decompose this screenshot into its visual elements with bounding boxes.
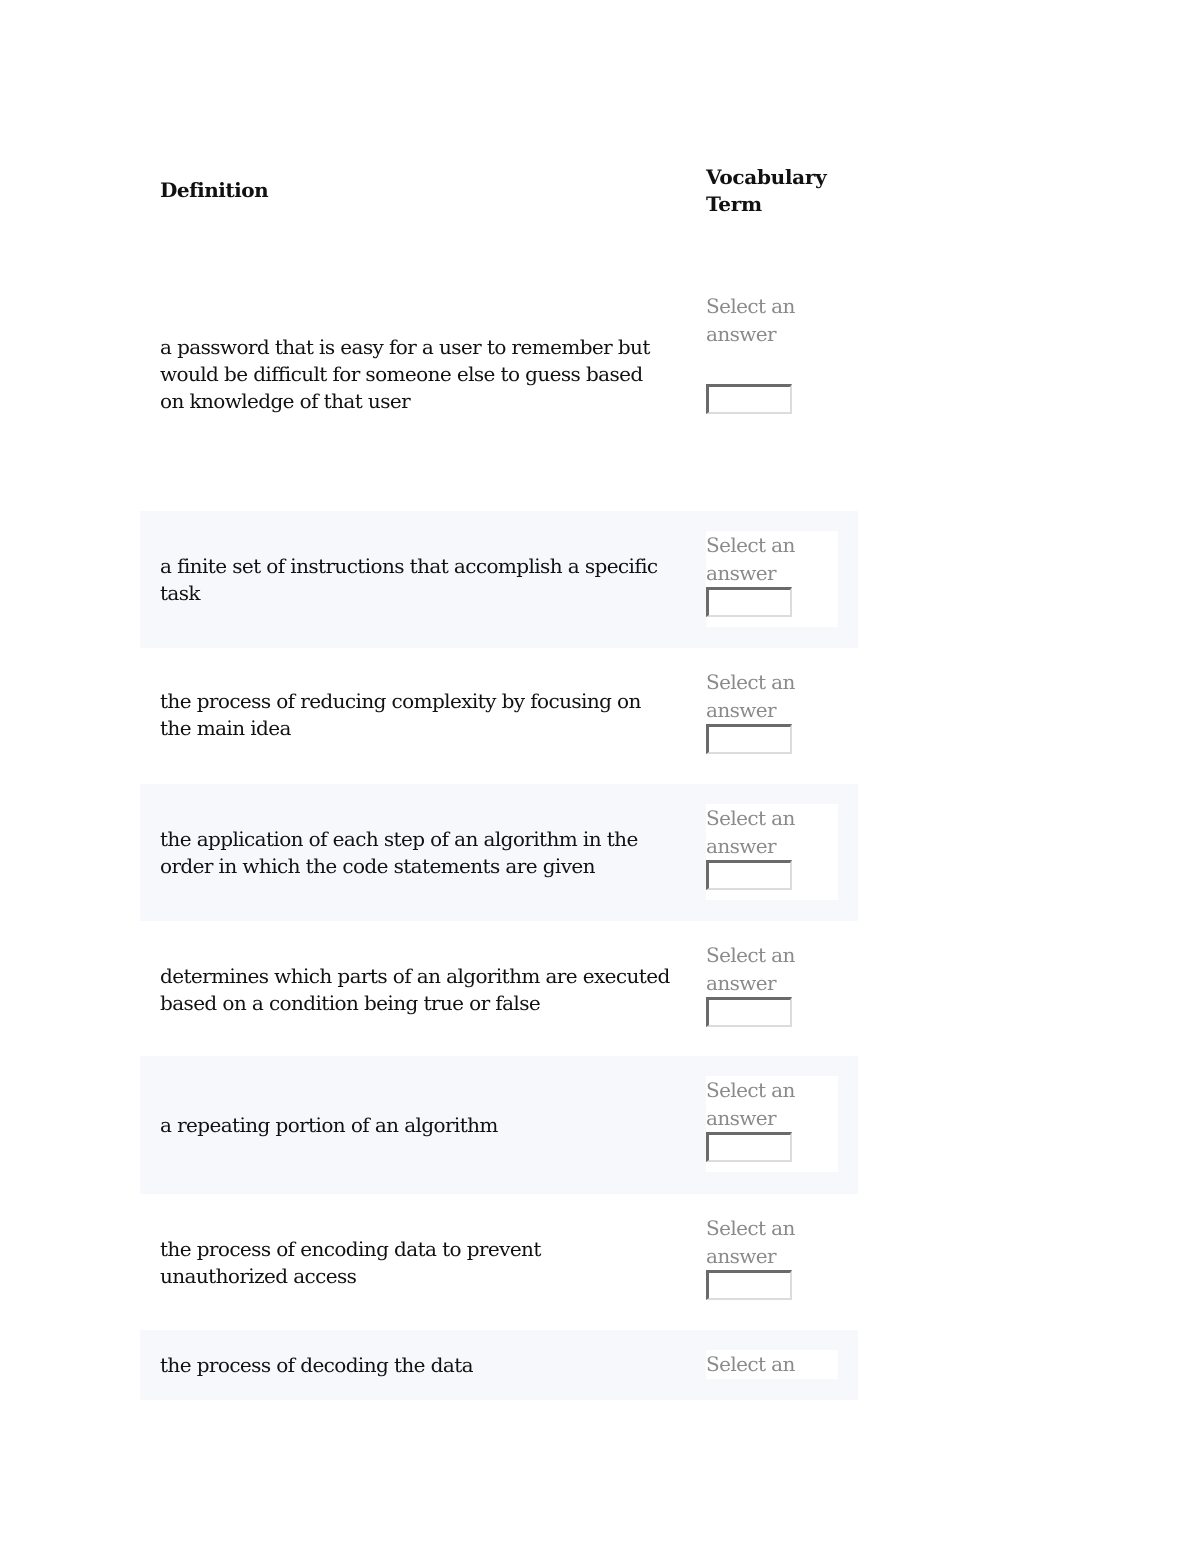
definition-text: the process of reducing complexity by fo… [160,689,641,740]
definition-text: determines which parts of an algorithm a… [160,964,670,1015]
answer-cell: Select an answer [706,941,838,1037]
table-row: a repeating portion of an algorithm Sele… [140,1056,858,1194]
answer-cell: Select an answer [706,531,838,627]
table-row: the process of decoding the data Select … [140,1330,858,1400]
table-row: a password that is easy for a user to re… [140,250,858,510]
definition-text: a repeating portion of an algorithm [160,1113,498,1137]
definition-text: the application of each step of an algor… [160,827,638,878]
answer-placeholder: Select an answer [706,943,795,995]
header-definition: Definition [160,178,269,202]
answer-input[interactable] [706,724,792,754]
table-row: a finite set of instructions that accomp… [140,511,858,648]
table-header: Definition Vocabulary Term [140,160,858,220]
answer-placeholder: Select an answer [706,670,795,722]
answer-placeholder[interactable]: Select an [706,1350,816,1378]
answer-input[interactable] [706,997,792,1027]
answer-cell: Select an answer [706,1076,838,1172]
answer-cell: Select an answer [706,292,838,422]
definition-text: the process of decoding the data [160,1353,474,1377]
answer-placeholder: Select an answer [706,1078,795,1130]
definition-text: a password that is easy for a user to re… [160,335,650,413]
header-vocabulary-term: Vocabulary Term [706,165,827,216]
answer-placeholder: Select an answer [706,806,795,858]
definition-text: the process of encoding data to prevent … [160,1237,541,1288]
table-row: the application of each step of an algor… [140,784,858,921]
answer-input[interactable] [706,587,792,617]
table-row: the process of encoding data to prevent … [140,1194,858,1330]
table-row: the process of reducing complexity by fo… [140,648,858,784]
answer-cell: Select an answer [706,1214,838,1310]
answer-input[interactable] [706,1132,792,1162]
answer-placeholder: Select an answer [706,1216,795,1268]
answer-placeholder: Select an answer [706,294,795,346]
table-row: determines which parts of an algorithm a… [140,921,858,1057]
answer-input[interactable] [706,384,792,414]
answer-cell: Select an answer [706,804,838,900]
answer-input[interactable] [706,1270,792,1300]
answer-cell: Select an [706,1350,838,1379]
answer-input[interactable] [706,860,792,890]
definition-text: a finite set of instructions that accomp… [160,554,658,605]
answer-placeholder: Select an answer [706,533,795,585]
answer-cell: Select an answer [706,668,838,764]
